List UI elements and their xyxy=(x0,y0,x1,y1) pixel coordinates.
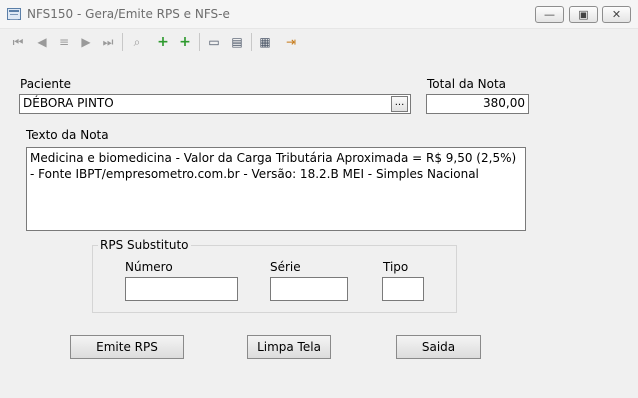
minimize-icon: — xyxy=(544,8,555,21)
rps-substitute-legend: RPS Substituto xyxy=(98,238,191,252)
patient-label: Paciente xyxy=(20,77,72,91)
exit-icon[interactable]: ⇥ xyxy=(282,33,300,51)
prev-record-icon[interactable]: ◀ xyxy=(33,33,51,51)
toolbar-separator xyxy=(199,33,200,51)
toolbar: ⏮ ◀ ≡ ▶ ⏭ ⌕ + + ▭ ▤ ▦ ⇥ xyxy=(0,29,638,55)
window-title: NFS150 - Gera/Emite RPS e NFS-e xyxy=(27,7,230,21)
total-label: Total da Nota xyxy=(427,77,507,91)
title-bar: NFS150 - Gera/Emite RPS e NFS-e — ▣ ✕ xyxy=(0,0,638,29)
numero-field[interactable] xyxy=(125,277,238,301)
report-icon[interactable]: ▦ xyxy=(256,33,274,51)
next-record-icon[interactable]: ▶ xyxy=(77,33,95,51)
last-record-icon[interactable]: ⏭ xyxy=(99,33,117,51)
close-button[interactable]: ✕ xyxy=(602,6,631,23)
patient-lookup-button[interactable]: ... xyxy=(391,96,408,112)
search-icon[interactable]: ⌕ xyxy=(128,33,146,51)
serie-label: Série xyxy=(270,260,301,274)
tipo-field[interactable] xyxy=(382,277,424,301)
stop-icon[interactable]: ≡ xyxy=(55,33,73,51)
tipo-label: Tipo xyxy=(383,260,409,274)
save-icon[interactable]: ▭ xyxy=(205,33,223,51)
emit-rps-button[interactable]: Emite RPS xyxy=(70,335,184,359)
patient-field[interactable]: DÉBORA PINTO xyxy=(19,94,411,114)
note-text-label: Texto da Nota xyxy=(26,128,109,142)
add-copy-icon[interactable]: + xyxy=(176,33,194,51)
numero-label: Número xyxy=(125,260,173,274)
print-icon[interactable]: ▤ xyxy=(228,33,246,51)
serie-field[interactable] xyxy=(270,277,348,301)
maximize-button[interactable]: ▣ xyxy=(569,6,598,23)
add-icon[interactable]: + xyxy=(154,33,172,51)
toolbar-separator xyxy=(251,33,252,51)
close-icon: ✕ xyxy=(611,8,622,21)
note-text-area[interactable]: Medicina e biomedicina - Valor da Carga … xyxy=(26,147,526,231)
minimize-button[interactable]: — xyxy=(535,6,564,23)
maximize-icon: ▣ xyxy=(578,8,589,21)
clear-screen-button[interactable]: Limpa Tela xyxy=(247,335,331,359)
toolbar-separator xyxy=(122,33,123,51)
total-value: 380,00 xyxy=(483,96,525,110)
patient-value: DÉBORA PINTO xyxy=(23,96,114,110)
exit-button[interactable]: Saida xyxy=(396,335,481,359)
total-field[interactable]: 380,00 xyxy=(426,94,529,114)
app-icon xyxy=(7,8,21,20)
first-record-icon[interactable]: ⏮ xyxy=(9,33,27,51)
